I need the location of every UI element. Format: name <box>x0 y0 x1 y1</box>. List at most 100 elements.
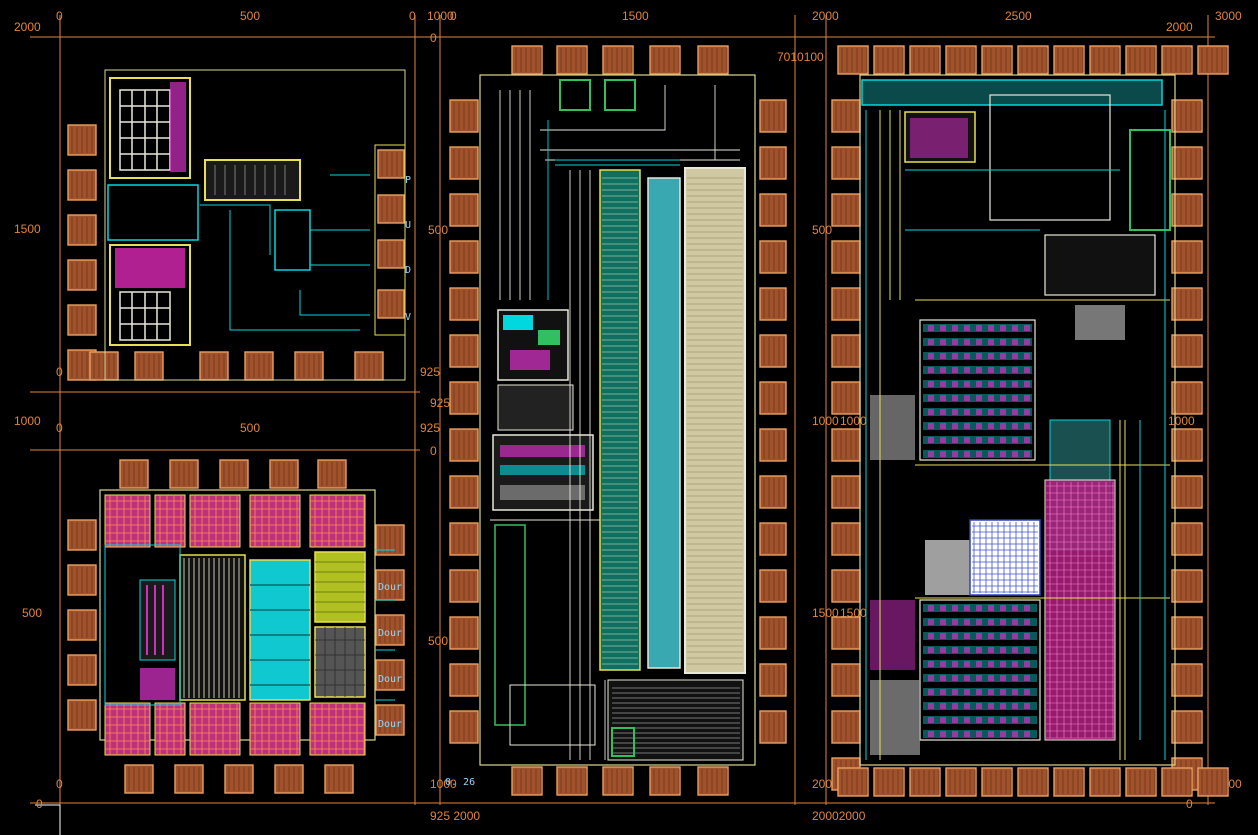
bond-pad-metal <box>1125 767 1157 797</box>
bond-pad-metal <box>1161 767 1193 797</box>
std-cell <box>952 689 958 695</box>
bond-pad <box>119 459 149 489</box>
std-cell <box>964 619 970 625</box>
std-cell <box>1000 689 1006 695</box>
std-cell <box>940 325 946 331</box>
chip-bottom-left[interactable]: Dour Dour Dour Dour <box>99 489 402 756</box>
bond-pad <box>89 351 119 381</box>
std-cell <box>1012 409 1018 415</box>
sram-bank <box>104 702 151 756</box>
std-cell <box>988 633 994 639</box>
std-cell <box>964 325 970 331</box>
bond-pad <box>199 351 229 381</box>
top-label-0b: 0 <box>409 9 416 23</box>
bond-pad <box>831 99 861 133</box>
std-cell <box>928 409 934 415</box>
std-cell <box>976 717 982 723</box>
std-cell <box>928 437 934 443</box>
std-cell <box>952 367 958 373</box>
std-cell <box>1000 409 1006 415</box>
std-cell <box>940 619 946 625</box>
top-label-0c: 0 <box>450 9 457 23</box>
std-cell <box>1024 731 1030 737</box>
bond-pad <box>697 45 729 75</box>
bond-pad <box>759 616 787 650</box>
std-cell <box>952 409 958 415</box>
left-label-1000: 1000 <box>14 414 41 428</box>
top-label-2000: 2000 <box>812 9 839 23</box>
bond-pad <box>556 766 588 796</box>
std-cell <box>964 675 970 681</box>
bond-pad-metal <box>556 45 588 75</box>
bond-pad <box>67 699 97 731</box>
std-cell <box>1012 437 1018 443</box>
std-cell <box>988 661 994 667</box>
std-cell <box>964 437 970 443</box>
std-cell <box>928 367 934 373</box>
std-cell <box>964 353 970 359</box>
std-cell <box>1024 367 1030 373</box>
std-cell <box>952 353 958 359</box>
bond-pad <box>1171 334 1203 368</box>
std-cell <box>1000 633 1006 639</box>
right-magenta-small <box>870 600 915 670</box>
bond-pad-metal <box>1197 45 1229 75</box>
std-cell <box>1012 353 1018 359</box>
std-cell <box>976 661 982 667</box>
std-cell <box>976 451 982 457</box>
bond-pad <box>219 459 249 489</box>
std-cell <box>940 717 946 723</box>
bond-pad <box>1171 240 1203 274</box>
std-cell <box>1024 353 1030 359</box>
left-label-1500: 1500 <box>14 222 41 236</box>
bond-pad-metal <box>649 45 681 75</box>
bond-pad-metal <box>1171 569 1203 603</box>
bond-pad <box>1171 569 1203 603</box>
pin-label-c4: Dour <box>378 719 402 730</box>
bond-pad <box>602 45 634 75</box>
std-cell <box>964 633 970 639</box>
bond-pad <box>759 193 787 227</box>
std-cell <box>952 395 958 401</box>
bond-pad-metal <box>1053 767 1085 797</box>
bond-pad <box>377 239 405 269</box>
std-cell <box>988 731 994 737</box>
bond-pad-metal <box>837 767 869 797</box>
center-analog-cell-b <box>538 330 560 345</box>
bond-pad-metal <box>945 45 977 75</box>
bond-pad <box>449 616 479 650</box>
std-cell <box>964 605 970 611</box>
center-column-cyan <box>647 177 681 669</box>
memory-decoder-upper <box>170 82 186 172</box>
bond-pad <box>67 519 97 551</box>
std-cell <box>976 409 982 415</box>
bond-pad <box>134 351 164 381</box>
std-cell <box>940 703 946 709</box>
bond-pad <box>449 710 479 744</box>
std-cell <box>988 437 994 443</box>
std-cell <box>988 423 994 429</box>
sram-bank-fill <box>189 702 241 756</box>
center-logic-stripe-c <box>500 485 585 500</box>
bond-pad <box>909 45 941 75</box>
bond-pad-metal <box>1171 287 1203 321</box>
std-cell <box>976 437 982 443</box>
std-cell <box>1024 675 1030 681</box>
bond-pad <box>649 766 681 796</box>
std-cell <box>976 633 982 639</box>
std-cell <box>988 703 994 709</box>
std-cell <box>964 647 970 653</box>
std-cell <box>1000 703 1006 709</box>
bond-pad-metal <box>945 767 977 797</box>
bond-pad-metal <box>981 767 1013 797</box>
std-cell <box>940 437 946 443</box>
std-cell <box>1000 395 1006 401</box>
bond-pad-metal <box>511 45 543 75</box>
bond-pad <box>67 124 97 156</box>
pin-label-t1: 0. 26 <box>445 777 475 788</box>
left-label-500: 500 <box>22 606 42 620</box>
bond-pad-metal <box>697 45 729 75</box>
std-cell <box>1012 451 1018 457</box>
ic-layout-canvas[interactable]: 0 500 0 1000 0 1500 2000 2500 2000 3000 … <box>0 0 1258 835</box>
std-cell <box>988 605 994 611</box>
